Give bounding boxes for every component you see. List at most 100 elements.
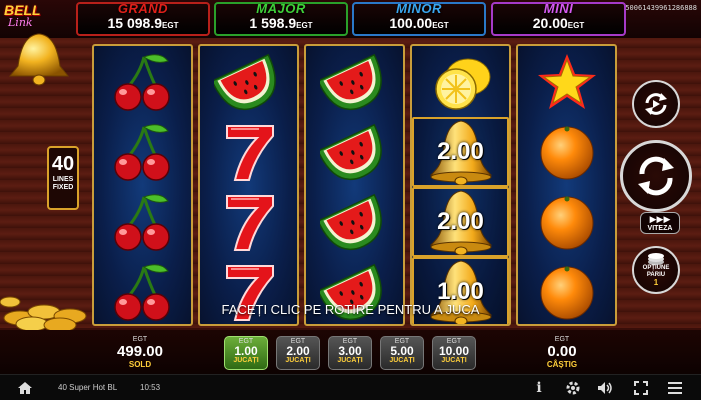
reel-symbol-lemon bbox=[412, 47, 509, 117]
jackpot-amount: 20.00 bbox=[532, 15, 568, 31]
orange-icon bbox=[540, 126, 593, 180]
jackpot-currency: EGT bbox=[162, 21, 179, 30]
star-icon bbox=[537, 54, 596, 109]
bet-button-2[interactable]: EGT 2.00 JUCAȚI bbox=[276, 336, 320, 370]
bell-value: 2.00 bbox=[437, 138, 484, 165]
reel-symbol-watermelon bbox=[200, 47, 297, 117]
win-value: 0.00 bbox=[547, 343, 577, 360]
reel-symbol-cherry bbox=[94, 47, 191, 117]
bet-label: JUCAȚI bbox=[389, 357, 415, 364]
watermelon-icon bbox=[319, 193, 382, 251]
reel-symbol-orange bbox=[518, 187, 615, 257]
watermelon-icon bbox=[319, 53, 382, 111]
autoplay-icon bbox=[645, 93, 667, 115]
logo-subtitle: Link bbox=[8, 16, 33, 29]
reel-symbol-bell: 2.00 bbox=[412, 187, 509, 257]
watermelon-icon bbox=[319, 123, 382, 181]
build-id: 50061439961286888 bbox=[625, 4, 697, 12]
cherry-icon bbox=[113, 194, 170, 251]
spin-button[interactable] bbox=[620, 140, 692, 212]
jackpot-minor: MINOR 100.00EGT bbox=[352, 1, 486, 36]
status-message: FACEȚI CLIC PE ROTIRE PENTRU A JUCA bbox=[221, 302, 480, 317]
bet-value: 10.00 bbox=[438, 344, 470, 358]
speed-button[interactable]: ▶▶▶ VITEZA bbox=[640, 212, 680, 234]
reel-2 bbox=[198, 44, 299, 326]
reel-symbol-watermelon bbox=[306, 117, 403, 187]
balance-label: SOLD bbox=[128, 360, 152, 369]
win-currency: EGT bbox=[554, 336, 570, 343]
sound-icon[interactable] bbox=[596, 379, 614, 397]
bet-value: 5.00 bbox=[390, 344, 414, 358]
balance-display: EGT 499.00 SOLD bbox=[105, 336, 175, 369]
seven-icon bbox=[225, 125, 274, 181]
reel-5 bbox=[516, 44, 617, 326]
lines-label: LINES bbox=[52, 176, 74, 183]
bet-options-label: OPȚIUNE bbox=[642, 265, 670, 271]
fast-forward-icon: ▶▶▶ bbox=[649, 214, 671, 224]
info-icon[interactable]: i bbox=[530, 379, 548, 397]
reel-symbol-watermelon bbox=[306, 187, 403, 257]
reel-symbol-bell: 2.00 bbox=[412, 117, 509, 187]
menu-icon[interactable] bbox=[666, 379, 684, 397]
reel-symbol-orange bbox=[518, 117, 615, 187]
bet-options-value: 1 bbox=[653, 278, 659, 287]
game-logo: BELL Link bbox=[2, 0, 72, 90]
jackpot-value: 20.00EGT bbox=[493, 15, 624, 31]
jackpot-name: MINI bbox=[543, 1, 574, 16]
reel-1 bbox=[92, 44, 193, 326]
bet-button-1[interactable]: EGT 1.00 JUCAȚI bbox=[224, 336, 268, 370]
settings-icon[interactable] bbox=[564, 379, 582, 397]
system-bar: 40 Super Hot BL 10:53 i bbox=[0, 374, 701, 400]
bet-button-4[interactable]: EGT 5.00 JUCAȚI bbox=[380, 336, 424, 370]
reel-symbol-star bbox=[518, 47, 615, 117]
win-label: CÂȘTIG bbox=[546, 360, 578, 369]
jackpot-major: MAJOR 1 598.9EGT bbox=[214, 1, 348, 36]
balance-currency: EGT bbox=[132, 336, 148, 343]
cherry-icon bbox=[113, 54, 170, 111]
jackpot-currency: EGT bbox=[432, 21, 449, 30]
autoplay-button[interactable] bbox=[632, 80, 680, 128]
bet-value: 1.00 bbox=[234, 344, 258, 358]
lines-fixed-label: FIXED bbox=[52, 184, 74, 191]
reel-symbol-cherry bbox=[94, 117, 191, 187]
reel-symbol-seven bbox=[200, 187, 297, 257]
jackpot-amount: 15 098.9 bbox=[107, 15, 163, 31]
reel-3 bbox=[304, 44, 405, 326]
coin-stack-icon bbox=[648, 253, 664, 265]
bet-button-3[interactable]: EGT 3.00 JUCAȚI bbox=[328, 336, 372, 370]
bet-label: JUCAȚI bbox=[337, 357, 363, 364]
lemon-icon bbox=[434, 58, 490, 110]
reel-symbol-cherry bbox=[94, 187, 191, 257]
balance-value: 499.00 bbox=[117, 343, 163, 360]
jackpot-value: 1 598.9EGT bbox=[216, 15, 346, 31]
jackpot-currency: EGT bbox=[296, 21, 313, 30]
seven-icon bbox=[225, 195, 274, 251]
lines-count: 40 bbox=[51, 153, 75, 175]
home-icon[interactable] bbox=[16, 379, 34, 397]
game-name: 40 Super Hot BL bbox=[58, 383, 118, 392]
bell-value: 2.00 bbox=[437, 208, 484, 235]
win-display: EGT 0.00 CÂȘTIG bbox=[527, 336, 597, 369]
jackpot-value: 100.00EGT bbox=[354, 15, 484, 31]
fullscreen-icon[interactable] bbox=[632, 379, 650, 397]
orange-icon bbox=[540, 196, 593, 250]
bet-value: 2.00 bbox=[286, 344, 310, 358]
bet-options-button[interactable]: OPȚIUNE PARIU 1 bbox=[632, 246, 680, 294]
reel-4: 2.00 2.00 1.00 bbox=[410, 44, 511, 326]
bet-label: JUCAȚI bbox=[441, 357, 467, 364]
cherry-icon bbox=[113, 124, 170, 181]
bet-label: JUCAȚI bbox=[233, 357, 259, 364]
jackpot-name: MAJOR bbox=[256, 1, 306, 16]
jackpot-amount: 100.00 bbox=[389, 15, 433, 31]
bet-label: JUCAȚI bbox=[285, 357, 311, 364]
bet-value: 3.00 bbox=[338, 344, 362, 358]
jackpot-currency: EGT bbox=[567, 21, 585, 30]
jackpot-mini: MINI 20.00EGT bbox=[491, 1, 626, 36]
reel-symbol-seven bbox=[200, 117, 297, 187]
spin-icon bbox=[638, 156, 674, 196]
bet-button-5[interactable]: EGT 10.00 JUCAȚI bbox=[432, 336, 476, 370]
jackpot-name: GRAND bbox=[117, 1, 169, 16]
jackpot-value: 15 098.9EGT bbox=[78, 15, 208, 31]
jackpot-name: MINOR bbox=[396, 1, 442, 16]
clock: 10:53 bbox=[140, 383, 161, 392]
